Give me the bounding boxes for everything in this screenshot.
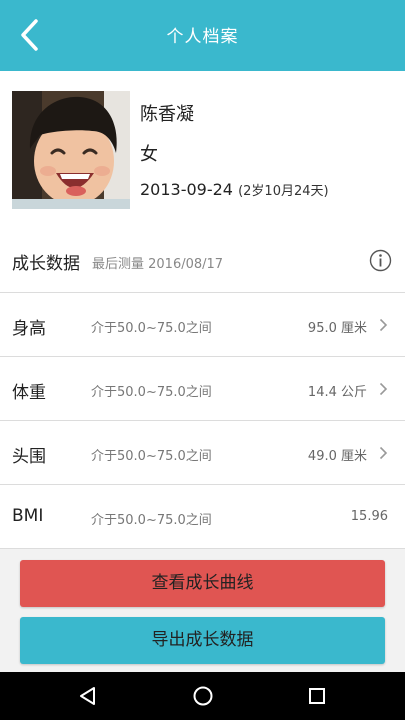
- row-label: BMI: [12, 506, 44, 526]
- row-range: 介于50.0~75.0之间: [91, 385, 212, 400]
- chevron-right-icon: [379, 446, 388, 460]
- growth-title: 成长数据: [12, 254, 80, 274]
- row-range: 介于50.0~75.0之间: [91, 449, 212, 464]
- last-measured: 最后测量 2016/08/17: [92, 257, 224, 272]
- child-birthdate-line: 2013-09-24 (2岁10月24天): [140, 180, 329, 199]
- child-name: 陈香凝: [140, 104, 194, 125]
- row-value: 49.0 厘米: [307, 449, 367, 464]
- chevron-right-icon: [379, 382, 388, 396]
- avatar[interactable]: [12, 91, 130, 209]
- child-birthdate: 2013-09-24: [140, 180, 233, 199]
- app-bar: 个人档案: [0, 0, 405, 71]
- page-title: 个人档案: [166, 27, 239, 47]
- view-growth-curve-button[interactable]: 查看成长曲线: [20, 560, 385, 607]
- row-value: 14.4 公斤: [307, 385, 367, 400]
- child-age: (2岁10月24天): [238, 184, 329, 199]
- list-item-bmi: BMI 介于50.0~75.0之间 15.96: [0, 484, 405, 548]
- list-item-weight[interactable]: 体重 介于50.0~75.0之间 14.4 公斤: [0, 356, 405, 420]
- row-label: 头围: [12, 447, 46, 467]
- row-label: 身高: [12, 319, 46, 339]
- info-button[interactable]: [369, 249, 392, 272]
- nav-home-icon: [193, 686, 213, 706]
- nav-recents-button[interactable]: [305, 684, 329, 708]
- list-item-height[interactable]: 身高 介于50.0~75.0之间 95.0 厘米: [0, 292, 405, 356]
- export-growth-data-button[interactable]: 导出成长数据: [20, 617, 385, 664]
- list-item-head-circumference[interactable]: 头围 介于50.0~75.0之间 49.0 厘米: [0, 420, 405, 484]
- profile-card: 陈香凝 女 2013-09-24 (2岁10月24天): [0, 71, 405, 229]
- row-label: 体重: [12, 383, 46, 403]
- chevron-right-icon: [379, 318, 388, 332]
- nav-recents-icon: [309, 688, 325, 704]
- row-range: 介于50.0~75.0之间: [91, 513, 212, 528]
- child-photo: [12, 91, 130, 209]
- row-range: 介于50.0~75.0之间: [91, 321, 212, 336]
- child-gender: 女: [140, 144, 158, 165]
- nav-back-icon: [80, 687, 95, 705]
- row-value: 95.0 厘米: [307, 321, 367, 336]
- nav-back-button[interactable]: [76, 684, 100, 708]
- info-icon: [369, 249, 392, 272]
- row-value: 15.96: [350, 509, 388, 524]
- growth-header: 成长数据 最后测量 2016/08/17: [0, 229, 405, 292]
- nav-home-button[interactable]: [191, 684, 215, 708]
- bottom-action-area: 查看成长曲线 导出成长数据: [0, 548, 405, 672]
- system-nav-bar: [0, 672, 405, 720]
